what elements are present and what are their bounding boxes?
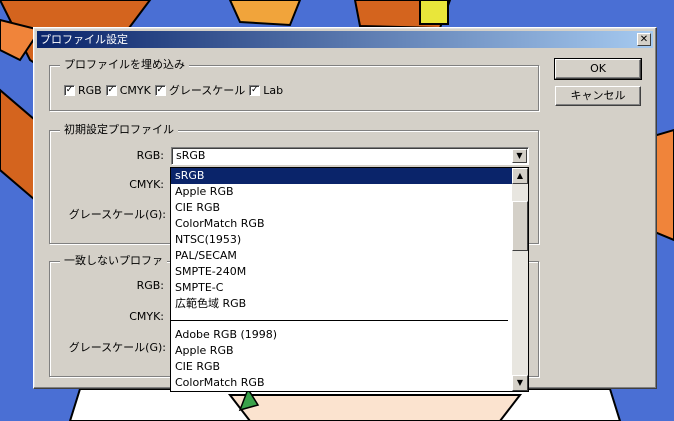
mismatch-cmyk-label: CMYK:	[129, 310, 164, 323]
mismatch-rgb-label: RGB:	[136, 279, 164, 292]
dropdown-option[interactable]: Apple RGB	[171, 184, 512, 200]
dialog-title: プロファイル設定	[40, 33, 128, 46]
dropdown-separator	[171, 320, 508, 321]
default-rgb-select[interactable]: sRGB ▼	[171, 147, 529, 165]
dropdown-scrollbar[interactable]: ▲ ▼	[512, 168, 528, 391]
dropdown-option[interactable]: Adobe RGB (1998)	[171, 327, 512, 343]
dropdown-option[interactable]: CIE RGB	[171, 359, 512, 375]
close-button[interactable]: ✕	[637, 33, 651, 46]
embed-checkbox-row: ✓ RGB ✓ CMYK ✓ グレースケール ✓ Lab	[64, 82, 287, 98]
embed-lab-label: Lab	[263, 83, 284, 97]
default-grayscale-label: グレースケール(G):	[68, 208, 166, 221]
cancel-button[interactable]: キャンセル	[555, 86, 641, 106]
scroll-down-button[interactable]: ▼	[512, 375, 528, 391]
dropdown-option[interactable]: ColorMatch RGB	[171, 216, 512, 232]
default-rgb-label: RGB:	[136, 149, 164, 162]
dropdown-option[interactable]: Apple RGB	[171, 343, 512, 359]
embed-profile-group: プロファイルを埋め込み ✓ RGB ✓ CMYK ✓ グレースケール ✓ Lab	[49, 58, 539, 111]
embed-rgb-checkbox[interactable]: ✓	[64, 84, 75, 96]
embed-lab-checkbox[interactable]: ✓	[249, 84, 261, 96]
dropdown-option[interactable]: PAL/SECAM	[171, 248, 512, 264]
dropdown-option[interactable]: sRGB	[171, 168, 512, 184]
dropdown-option[interactable]: SMPTE-240M	[171, 264, 512, 280]
chevron-down-icon[interactable]: ▼	[512, 149, 527, 163]
dropdown-option[interactable]: ColorMatch RGB	[171, 375, 512, 391]
dropdown-option[interactable]: 広範色域 RGB	[171, 296, 512, 312]
dropdown-option[interactable]: CIE RGB	[171, 200, 512, 216]
mismatch-grayscale-label: グレースケール(G):	[68, 341, 166, 354]
embed-grayscale-checkbox[interactable]: ✓	[154, 84, 166, 96]
dropdown-option[interactable]: NTSC(1953)	[171, 232, 512, 248]
close-icon: ✕	[639, 34, 649, 45]
ok-button[interactable]: OK	[554, 58, 642, 80]
embed-rgb-label: RGB	[78, 83, 102, 97]
rgb-profile-dropdown-list[interactable]: sRGB Apple RGB CIE RGB ColorMatch RGB NT…	[170, 167, 529, 392]
embed-profile-legend: プロファイルを埋め込み	[60, 58, 189, 72]
scroll-thumb[interactable]	[512, 201, 528, 251]
dropdown-options: sRGB Apple RGB CIE RGB ColorMatch RGB NT…	[171, 168, 512, 391]
dropdown-option[interactable]: SMPTE-C	[171, 280, 512, 296]
default-rgb-value: sRGB	[176, 149, 206, 162]
scroll-up-button[interactable]: ▲	[512, 168, 528, 184]
embed-cmyk-checkbox[interactable]: ✓	[105, 84, 117, 96]
default-cmyk-label: CMYK:	[129, 178, 164, 191]
embed-cmyk-label: CMYK	[119, 83, 151, 97]
dialog-titlebar[interactable]: プロファイル設定 ✕	[37, 31, 653, 48]
default-profiles-legend: 初期設定プロファイル	[60, 123, 178, 137]
mismatch-profiles-legend: 一致しないプロファ	[60, 254, 167, 268]
embed-grayscale-label: グレースケール	[168, 84, 246, 97]
